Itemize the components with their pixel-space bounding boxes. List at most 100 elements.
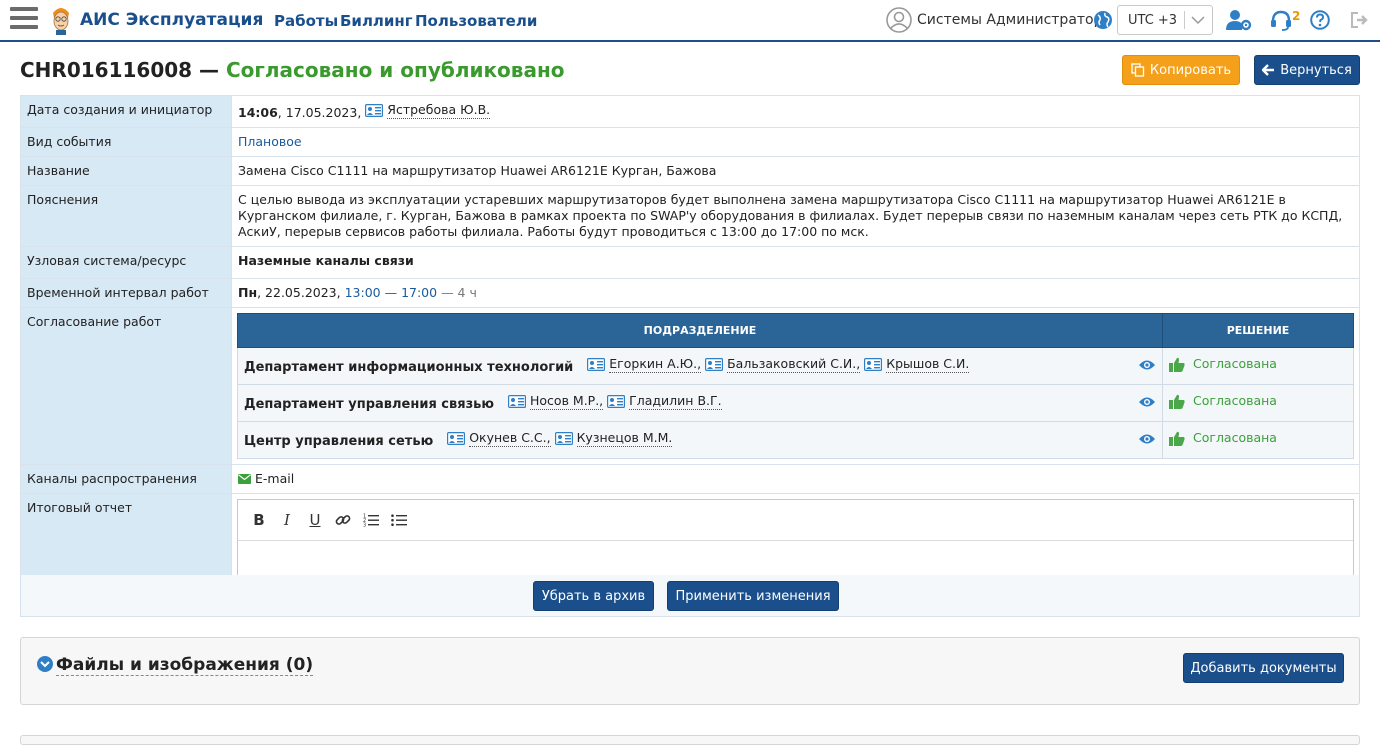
approval-decision: Согласована: [1169, 356, 1277, 372]
interval-duration: — 4 ч: [441, 285, 477, 300]
thumbs-up-icon: [1169, 394, 1185, 409]
approver-name: Окунев С.С.,: [469, 430, 551, 447]
approver-name: Егоркин А.Ю.,: [609, 356, 702, 373]
files-title[interactable]: Файлы и изображения (0): [56, 655, 314, 676]
approval-table: ПОДРАЗДЕЛЕНИЕ РЕШЕНИЕ Департамент информ…: [237, 313, 1354, 459]
menu-icon[interactable]: [10, 7, 38, 31]
report-editor: B I U 123: [237, 499, 1354, 584]
interval-date: , 22.05.2023,: [257, 285, 341, 300]
underline-button[interactable]: U: [306, 511, 324, 529]
approver[interactable]: Окунев С.С.,: [447, 430, 551, 447]
approver[interactable]: Крышов С.И.: [864, 356, 970, 373]
approval-decision-text: Согласована: [1193, 356, 1277, 372]
apply-changes-button[interactable]: Применить изменения: [667, 581, 839, 611]
nav-users[interactable]: Пользователи: [415, 12, 537, 30]
help-icon[interactable]: [1310, 10, 1330, 30]
change-details-table: Дата создания и инициатор 14:06, 17.05.2…: [20, 95, 1360, 590]
bullet-list-button[interactable]: [390, 511, 408, 529]
approver[interactable]: Егоркин А.Ю.,: [587, 356, 702, 373]
approver[interactable]: Носов М.Р.,: [508, 393, 604, 410]
arrow-left-icon: [1262, 64, 1275, 76]
created-value: 14:06, 17.05.2023, Ястребова Ю.В.: [231, 95, 1360, 128]
user-settings-icon[interactable]: [1226, 9, 1252, 31]
back-button[interactable]: Вернуться: [1254, 55, 1360, 85]
contact-card-icon: [508, 395, 526, 408]
chevron-down-icon: [1191, 16, 1205, 25]
nav-billing[interactable]: Биллинг: [340, 12, 413, 30]
eye-icon[interactable]: [1138, 433, 1156, 445]
italic-button[interactable]: I: [278, 511, 296, 529]
bullet-list-icon: [391, 514, 407, 526]
notification-count[interactable]: 2: [1292, 9, 1300, 23]
contact-card-icon: [365, 104, 384, 117]
approval-dept: Центр управления сетью: [244, 434, 434, 449]
eye-icon[interactable]: [1138, 359, 1156, 371]
contact-card-icon: [864, 358, 883, 371]
initiator[interactable]: Ястребова Ю.В.: [365, 102, 491, 119]
link-button[interactable]: [334, 511, 352, 529]
name-value: Замена Cisco C1111 на маршрутизатор Huaw…: [231, 156, 1360, 186]
interval-label: Временной интервал работ: [20, 278, 232, 308]
timezone-value: UTC +3: [1128, 13, 1178, 28]
approver-name: Крышов С.И.: [886, 356, 970, 373]
approval-label: Согласование работ: [20, 307, 232, 465]
event-type-value: Плановое: [238, 134, 302, 149]
next-panel: [20, 735, 1360, 745]
channel-email: E-mail: [254, 471, 295, 486]
thumbs-up-icon: [1169, 431, 1185, 446]
system-label: Узловая система/ресурс: [20, 246, 232, 279]
copy-icon: [1131, 63, 1145, 77]
approver-name: Бальзаковский С.И.,: [727, 356, 861, 373]
approver[interactable]: Бальзаковский С.И.,: [705, 356, 861, 373]
approval-decision: Согласована: [1169, 430, 1277, 446]
add-documents-label: Добавить документы: [1190, 660, 1337, 676]
form-actions: Убрать в архив Применить изменения: [20, 575, 1360, 617]
interval-range: 13:00 — 17:00: [344, 285, 438, 300]
contact-card-icon: [607, 395, 626, 408]
created-time: 14:06: [238, 105, 278, 120]
page-title: CHR016116008 — Согласовано и опубликован…: [20, 58, 565, 82]
interval-day: Пн: [238, 285, 258, 300]
approval-row: Департамент информационных технологий Ег…: [237, 347, 1354, 385]
approver-name: Гладилин В.Г.: [629, 393, 722, 410]
archive-button[interactable]: Убрать в архив: [533, 581, 654, 611]
channels-value: E-mail: [231, 464, 1360, 494]
initiator-name: Ястребова Ю.В.: [387, 102, 491, 119]
eye-icon[interactable]: [1138, 396, 1156, 408]
logo-icon: [53, 8, 69, 35]
support-headset-icon[interactable]: [1270, 9, 1292, 31]
approval-row: Департамент управления связью Носов М.Р.…: [237, 384, 1354, 422]
contact-card-icon: [447, 432, 466, 445]
ordered-list-icon: 123: [363, 514, 379, 528]
bold-button[interactable]: B: [250, 511, 268, 529]
channels-label: Каналы распространения: [20, 464, 232, 494]
approver-name: Носов М.Р.,: [530, 393, 604, 410]
back-button-label: Вернуться: [1280, 62, 1352, 78]
add-documents-button[interactable]: Добавить документы: [1183, 653, 1344, 683]
nav-works[interactable]: Работы: [274, 12, 338, 30]
copy-button-label: Копировать: [1149, 62, 1232, 78]
interval-value: Пн, 22.05.2023, 13:00 — 17:00 — 4 ч: [231, 278, 1360, 308]
approver-name: Кузнецов М.М.: [576, 430, 673, 447]
approver[interactable]: Гладилин В.Г.: [607, 393, 722, 410]
user-avatar-icon[interactable]: [886, 7, 912, 33]
svg-text:3: 3: [363, 523, 366, 528]
editor-toolbar: B I U 123: [238, 500, 1353, 541]
user-name[interactable]: Системы Администратор: [917, 12, 1103, 28]
app-title[interactable]: АИС Эксплуатация: [80, 10, 263, 30]
copy-button[interactable]: Копировать: [1122, 55, 1240, 85]
ordered-list-button[interactable]: 123: [362, 511, 380, 529]
chevron-down-circle-icon[interactable]: [37, 656, 53, 672]
contact-card-icon: [554, 432, 573, 445]
approval-decision-text: Согласована: [1193, 430, 1277, 446]
approver[interactable]: Кузнецов М.М.: [554, 430, 673, 447]
top-navbar: АИС Эксплуатация Работы Биллинг Пользова…: [0, 0, 1380, 42]
explanation-value: С целью вывода из эксплуатации устаревши…: [231, 185, 1360, 247]
approval-col-decision: РЕШЕНИЕ: [1162, 313, 1354, 348]
contact-card-icon: [705, 358, 724, 371]
approval-dept: Департамент управления связью: [244, 397, 495, 412]
logout-icon[interactable]: [1350, 11, 1370, 29]
timezone-select[interactable]: UTC +3: [1117, 5, 1213, 35]
envelope-icon: [238, 474, 251, 484]
system-value: Наземные каналы связи: [231, 246, 1360, 279]
